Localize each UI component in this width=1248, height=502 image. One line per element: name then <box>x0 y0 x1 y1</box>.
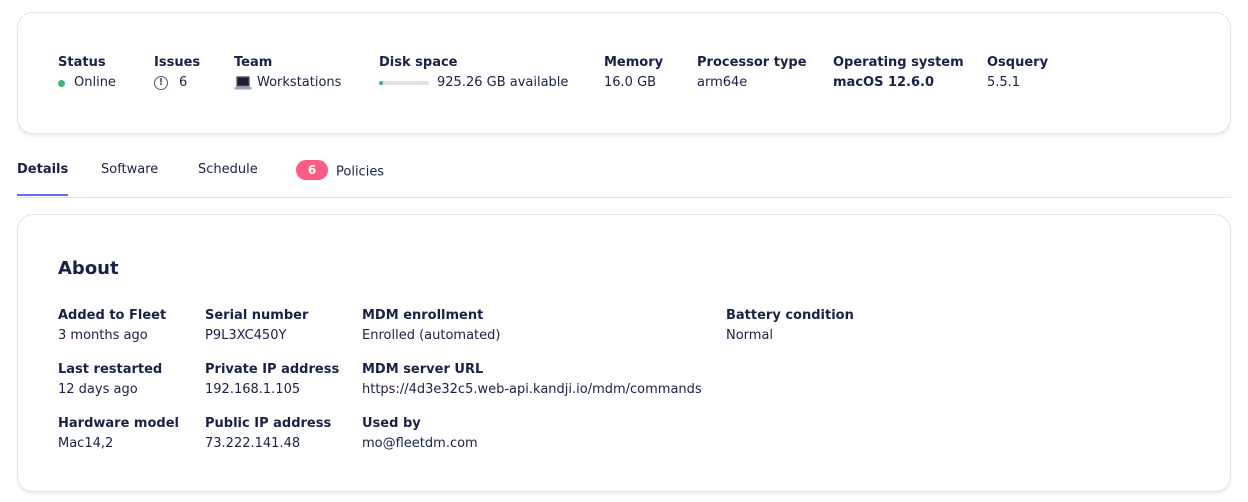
tab-details[interactable]: Details <box>17 162 69 196</box>
team-field: Team Workstations <box>234 55 341 91</box>
host-tabs: Details Software Schedule 6 Policies <box>17 152 1231 198</box>
about-card: About Added to Fleet 3 months ago Last r… <box>17 214 1231 492</box>
memory-value: 16.0 GB <box>604 75 657 90</box>
private-ip-value: 192.168.1.105 <box>205 382 301 397</box>
mdm-server-url-value: https://4d3e32c5.web-api.kandji.io/mdm/c… <box>362 382 702 397</box>
processor-label: Processor type <box>697 55 807 70</box>
tab-schedule-label: Schedule <box>198 162 258 177</box>
tab-details-label: Details <box>17 162 69 177</box>
mdm-server-url-label: MDM server URL <box>362 362 484 377</box>
os-label: Operating system <box>833 55 964 70</box>
memory-field: Memory 16.0 GB <box>604 55 663 91</box>
disk-usage-bar <box>379 81 429 85</box>
os-field: Operating system macOS 12.6.0 <box>833 55 964 91</box>
online-status-icon <box>58 79 65 87</box>
about-title: About <box>58 258 119 279</box>
tab-software-label: Software <box>101 162 159 177</box>
disk-usage-fill <box>379 81 383 85</box>
issues-field: Issues ! 6 <box>154 55 200 91</box>
tab-policies-label: Policies <box>336 164 385 180</box>
added-to-fleet-field: Added to Fleet 3 months ago <box>58 308 166 344</box>
hardware-model-field: Hardware model Mac14,2 <box>58 416 179 452</box>
tab-software[interactable]: Software <box>101 162 158 196</box>
disk-space-field: Disk space 925.26 GB available <box>379 55 568 91</box>
issues-label: Issues <box>154 55 201 70</box>
public-ip-value: 73.222.141.48 <box>205 436 301 451</box>
disk-space-label: Disk space <box>379 55 458 70</box>
status-field: Status Online <box>58 55 116 91</box>
memory-label: Memory <box>604 55 664 70</box>
mdm-server-url-field: MDM server URL https://4d3e32c5.web-api.… <box>362 362 702 398</box>
tab-schedule[interactable]: Schedule <box>198 162 258 196</box>
hardware-model-value: Mac14,2 <box>58 436 114 451</box>
public-ip-label: Public IP address <box>205 416 332 431</box>
serial-number-label: Serial number <box>205 308 309 323</box>
issues-count: 6 <box>179 75 188 90</box>
mdm-enrollment-field: MDM enrollment Enrolled (automated) <box>362 308 500 344</box>
os-version-link[interactable]: macOS 12.6.0 <box>833 75 964 91</box>
tab-policies[interactable]: 6 Policies <box>296 160 385 196</box>
battery-condition-label: Battery condition <box>726 308 854 323</box>
issue-exclamation-icon: ! <box>154 76 168 90</box>
last-restarted-value: 12 days ago <box>58 382 138 397</box>
team-value: Workstations <box>257 75 342 90</box>
serial-number-field: Serial number P9L3XC450Y <box>205 308 308 344</box>
added-to-fleet-value: 3 months ago <box>58 328 148 343</box>
last-restarted-field: Last restarted 12 days ago <box>58 362 162 398</box>
laptop-icon <box>234 76 252 90</box>
private-ip-label: Private IP address <box>205 362 340 377</box>
status-label: Status <box>58 55 106 70</box>
used-by-value: mo@fleetdm.com <box>362 436 478 451</box>
host-summary-card: Status Online Issues ! 6 Team Workstatio… <box>17 12 1231 134</box>
used-by-field: Used by mo@fleetdm.com <box>362 416 478 452</box>
policies-count-badge: 6 <box>296 160 328 180</box>
public-ip-field: Public IP address 73.222.141.48 <box>205 416 331 452</box>
hardware-model-label: Hardware model <box>58 416 179 431</box>
added-to-fleet-label: Added to Fleet <box>58 308 167 323</box>
private-ip-field: Private IP address 192.168.1.105 <box>205 362 339 398</box>
processor-field: Processor type arm64e <box>697 55 807 91</box>
used-by-label: Used by <box>362 416 421 431</box>
battery-condition-field: Battery condition Normal <box>726 308 854 344</box>
osquery-label: Osquery <box>987 55 1049 70</box>
serial-number-value: P9L3XC450Y <box>205 328 287 343</box>
battery-condition-value: Normal <box>726 328 774 343</box>
disk-space-value: 925.26 GB available <box>437 75 569 90</box>
mdm-enrollment-label: MDM enrollment <box>362 308 484 323</box>
last-restarted-label: Last restarted <box>58 362 163 377</box>
team-label: Team <box>234 55 273 70</box>
issues-indicator[interactable]: ! 6 <box>154 75 200 91</box>
mdm-enrollment-value: Enrolled (automated) <box>362 328 501 343</box>
status-value: Online <box>74 75 116 90</box>
osquery-field: Osquery 5.5.1 <box>987 55 1048 91</box>
osquery-value: 5.5.1 <box>987 75 1021 90</box>
processor-value: arm64e <box>697 75 748 90</box>
